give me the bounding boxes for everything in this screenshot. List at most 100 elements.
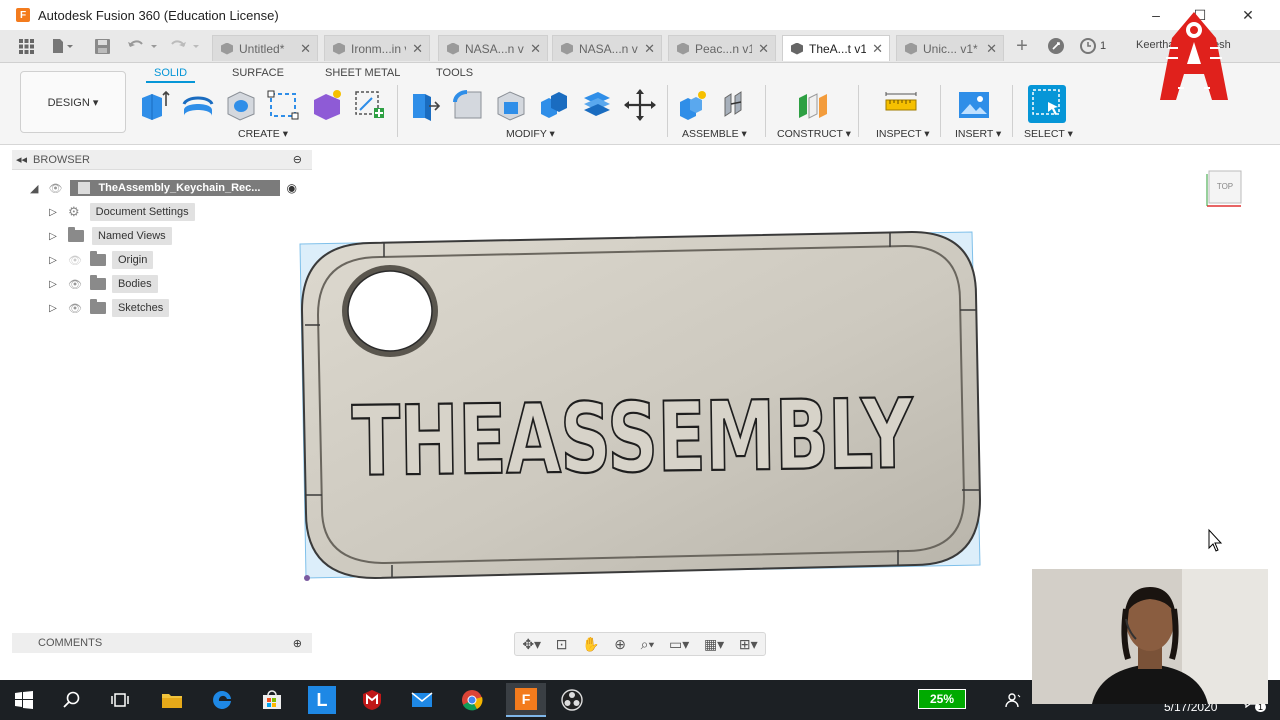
chrome-icon[interactable] [458, 686, 486, 714]
extrude-icon[interactable] [138, 88, 172, 122]
tab-solid[interactable]: SOLID [146, 67, 196, 83]
eye-icon[interactable]: 👁 [68, 278, 82, 291]
replace-face-icon[interactable] [580, 88, 614, 122]
browser-item-named-views[interactable]: ▷ Named Views [48, 226, 172, 246]
save-icon[interactable] [90, 34, 114, 58]
document-tab[interactable]: NASA...n v1 ✕ [438, 35, 548, 61]
windows-start-icon[interactable] [10, 686, 38, 714]
create-menu[interactable]: CREATE ▾ [238, 128, 288, 140]
inspect-menu[interactable]: INSPECT ▾ [876, 128, 930, 140]
browser-root-item[interactable]: ◢ 👁 TheAssembly_Keychain_Rec... ◉ [30, 178, 297, 198]
expand-icon[interactable]: ▷ [48, 302, 58, 314]
pan-icon[interactable]: ✋ [582, 636, 599, 653]
activate-radio-icon[interactable]: ◉ [286, 181, 296, 195]
close-tab-icon[interactable]: ✕ [758, 41, 769, 57]
viewports-icon[interactable]: ⊞▾ [739, 636, 758, 653]
measure-icon[interactable] [884, 88, 918, 122]
look-at-icon[interactable]: ⊡ [556, 636, 568, 653]
shell-icon[interactable] [494, 88, 528, 122]
form-icon[interactable] [310, 88, 344, 122]
tab-tools[interactable]: TOOLS [436, 67, 473, 79]
select-tool-button[interactable] [1028, 85, 1066, 123]
document-tab[interactable]: Ironm...in v1 ✕ [324, 35, 430, 61]
collapse-browser-icon[interactable]: ◂◂ [16, 153, 27, 166]
document-tab[interactable]: Unic... v1* ✕ [896, 35, 1004, 61]
file-explorer-icon[interactable] [158, 686, 186, 714]
document-tab-active[interactable]: TheA...t v1 ✕ [782, 35, 890, 61]
workspace-switcher[interactable]: DESIGN ▾ [20, 71, 126, 133]
obs-icon[interactable] [558, 686, 586, 714]
display-settings-icon[interactable]: ▭▾ [669, 636, 689, 653]
zoom-icon[interactable]: ⊕ [614, 636, 626, 653]
close-tab-icon[interactable]: ✕ [872, 41, 883, 57]
file-menu-icon[interactable] [48, 34, 78, 58]
close-tab-icon[interactable]: ✕ [412, 41, 423, 57]
extensions-icon[interactable] [1044, 34, 1068, 58]
add-comment-icon[interactable]: ⊕ [293, 637, 302, 650]
job-status[interactable]: 1 [1080, 38, 1106, 54]
tab-sheet-metal[interactable]: SHEET METAL [325, 67, 400, 79]
fillet-icon[interactable] [451, 88, 485, 122]
people-icon[interactable] [1000, 686, 1028, 714]
root-component-label: TheAssembly_Keychain_Rec... [98, 182, 261, 194]
combine-icon[interactable] [537, 88, 571, 122]
insert-menu[interactable]: INSERT ▾ [955, 128, 1001, 140]
close-tab-icon[interactable]: ✕ [300, 41, 311, 57]
press-pull-icon[interactable] [407, 88, 441, 122]
close-tab-icon[interactable]: ✕ [986, 41, 997, 57]
joint-icon[interactable] [719, 88, 753, 122]
browser-panel-header[interactable]: ◂◂ BROWSER ⊖ [12, 150, 312, 170]
undo-icon[interactable] [124, 34, 162, 58]
eye-hidden-icon[interactable]: 👁 [68, 254, 82, 267]
store-icon[interactable] [258, 686, 286, 714]
search-icon[interactable] [58, 686, 86, 714]
fit-icon[interactable]: ⌕▾ [641, 636, 655, 653]
expand-root-icon[interactable]: ◢ [30, 182, 38, 195]
fusion-app-icon: F [16, 8, 30, 22]
battery-indicator[interactable]: 25% [918, 689, 966, 709]
expand-icon[interactable]: ▷ [48, 206, 58, 218]
redo-icon[interactable] [166, 34, 204, 58]
new-tab-button[interactable]: + [1010, 34, 1034, 58]
mcafee-icon[interactable] [358, 686, 386, 714]
browser-minimize-icon[interactable]: ⊖ [293, 153, 302, 166]
l-app-icon[interactable]: L [308, 686, 336, 714]
assemble-menu[interactable]: ASSEMBLE ▾ [682, 128, 747, 140]
create-sketch-icon[interactable] [352, 88, 386, 122]
select-menu[interactable]: SELECT ▾ [1024, 128, 1073, 140]
move-copy-icon[interactable] [623, 88, 657, 122]
eye-icon[interactable]: 👁 [68, 302, 82, 315]
expand-icon[interactable]: ▷ [48, 230, 58, 242]
modify-menu[interactable]: MODIFY ▾ [506, 128, 555, 140]
sketch-rectangle-icon[interactable] [266, 88, 300, 122]
new-component-icon[interactable] [676, 88, 710, 122]
browser-item-document-settings[interactable]: ▷ ⚙ Document Settings [48, 202, 195, 222]
expand-icon[interactable]: ▷ [48, 278, 58, 290]
comments-panel-header[interactable]: COMMENTS ⊕ [12, 633, 312, 653]
browser-item-origin[interactable]: ▷ 👁 Origin [48, 250, 154, 270]
mail-icon[interactable] [408, 686, 436, 714]
grid-settings-icon[interactable]: ▦▾ [704, 636, 724, 653]
expand-icon[interactable]: ▷ [48, 254, 58, 266]
browser-item-bodies[interactable]: ▷ 👁 Bodies [48, 274, 158, 294]
hole-icon[interactable] [224, 88, 258, 122]
revolve-icon[interactable] [181, 88, 215, 122]
browser-item-sketches[interactable]: ▷ 👁 Sketches [48, 298, 170, 318]
edge-browser-icon[interactable] [208, 686, 236, 714]
construct-menu[interactable]: CONSTRUCT ▾ [777, 128, 851, 140]
insert-image-icon[interactable] [957, 88, 991, 122]
task-view-icon[interactable] [106, 686, 134, 714]
view-cube[interactable]: TOP [1205, 168, 1245, 208]
tab-surface[interactable]: SURFACE [232, 67, 284, 79]
close-tab-icon[interactable]: ✕ [530, 41, 541, 57]
document-tab[interactable]: Untitled* ✕ [212, 35, 318, 61]
document-tab[interactable]: NASA...n v1 ✕ [552, 35, 662, 61]
data-panel-grid-icon[interactable] [14, 34, 38, 58]
offset-plane-icon[interactable] [795, 88, 829, 122]
eye-icon[interactable]: 👁 [48, 182, 62, 195]
fusion-taskbar-button[interactable]: F [506, 683, 546, 717]
close-window-button[interactable]: ✕ [1234, 4, 1262, 26]
document-tab[interactable]: Peac...n v1 ✕ [668, 35, 776, 61]
close-tab-icon[interactable]: ✕ [644, 41, 655, 57]
orbit-icon[interactable]: ✥▾ [522, 636, 541, 653]
